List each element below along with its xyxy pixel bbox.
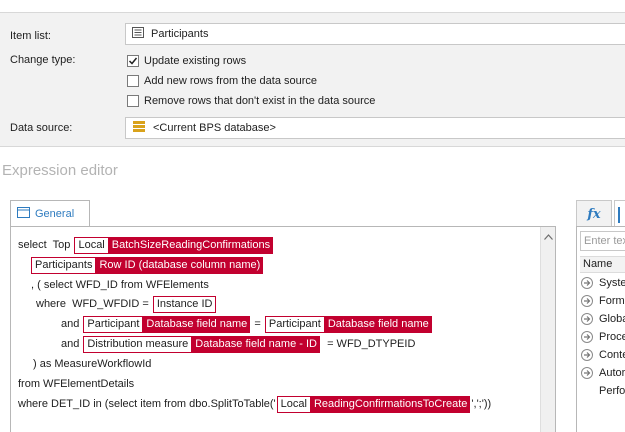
code-area[interactable]: select Top Local BatchSizeReadingConfirma… [18,234,538,432]
option-label: Remove rows that don't exist in the data… [144,95,376,107]
tab-secondary-icon [618,207,620,223]
token-name: Row ID (database column name) [96,256,264,274]
expand-arrow-icon[interactable] [581,367,593,379]
code-line: Participants Row ID (database column name… [30,256,264,274]
code-text: where DET_ID in (select item from dbo.Sp… [18,398,276,410]
expand-arrow-icon[interactable] [581,313,593,325]
function-search-input[interactable]: Enter tex [580,231,625,251]
list-item-label: Globa [599,313,625,325]
field-token[interactable]: Participant Database field name [264,315,432,333]
expand-arrow-icon[interactable] [581,277,593,289]
list-item[interactable]: Syste [581,274,625,292]
token-name: Database field name [324,315,432,333]
vertical-scrollbar[interactable] [540,227,555,432]
settings-panel: Item list: Participants Change type: Upd… [0,12,625,147]
tab-functions[interactable]: fx [576,200,612,227]
window-icon [17,207,30,221]
option-add-new[interactable]: Add new rows from the data source [127,75,317,87]
token-source: Participant [264,315,325,333]
list-item-label: Autor [599,367,625,379]
code-line: and Distribution measure Database field n… [61,335,415,353]
option-label: Add new rows from the data source [144,75,318,87]
variable-token[interactable]: Local ReadingConfirmationsToCreate [276,395,471,413]
variable-token[interactable]: Local BatchSizeReadingConfirmations [74,236,274,254]
column-token[interactable]: Participants Row ID (database column name… [31,256,264,274]
token-source: Local [74,236,109,254]
name-column-header[interactable]: Name [580,256,625,273]
field-token[interactable]: Distribution measure Database field name … [83,335,320,353]
field-token[interactable]: Participant Database field name [83,315,251,333]
functions-panel: fx Enter tex Name Syste Form Globa Proce… [574,200,625,432]
code-line: where WFD_WFDID = Instance ID [36,295,217,313]
option-update-existing[interactable]: Update existing rows [127,55,246,67]
code-text: where WFD_WFDID = [36,298,152,310]
code-text: and [61,318,83,330]
token-source: Participants [31,256,97,274]
data-source-label: Data source: [10,122,73,134]
option-label: Update existing rows [144,55,247,67]
item-list-label: Item list: [10,30,51,42]
token-source: Distribution measure [83,335,193,353]
code-text: select Top [18,239,74,251]
tab-general[interactable]: General [10,200,90,227]
list-item-label: Form [599,295,625,307]
list-item-label: Syste [599,277,625,289]
token-name: Database field name [143,315,251,333]
list-icon [132,27,144,41]
code-text: = [251,318,264,330]
checkbox-update-existing[interactable] [127,55,139,67]
list-item[interactable]: Perfo [581,382,625,400]
code-editor[interactable]: select Top Local BatchSizeReadingConfirma… [10,226,556,432]
checkbox-remove-rows[interactable] [127,95,139,107]
function-icon: fx [587,206,601,222]
list-item-label: Proce [599,331,625,343]
instance-id-token[interactable]: Instance ID [152,295,217,313]
list-item[interactable]: Globa [581,310,625,328]
expand-arrow-icon[interactable] [581,295,593,307]
database-icon [132,120,146,136]
tab-secondary[interactable] [614,200,625,227]
token-source: Participant [83,315,144,333]
item-list-field[interactable]: Participants [125,23,625,45]
code-text: , ( select WFD_ID from WFElements [31,279,209,291]
expand-arrow-icon[interactable] [581,349,593,361]
code-line: from WFElementDetails [18,375,134,393]
option-remove-rows[interactable]: Remove rows that don't exist in the data… [127,95,375,107]
code-line: select Top Local BatchSizeReadingConfirma… [18,236,274,254]
code-line: ) as MeasureWorkflowId [33,355,151,373]
code-line: and Participant Database field name = Par… [61,315,433,333]
expression-editor-title: Expression editor [2,162,118,179]
list-item[interactable]: Proce [581,328,625,346]
data-source-value: <Current BPS database> [153,122,276,134]
code-line: , ( select WFD_ID from WFElements [31,276,209,294]
list-item[interactable]: Conte [581,346,625,364]
token-name: BatchSizeReadingConfirmations [108,236,274,254]
token-source: Local [276,395,311,413]
data-source-field[interactable]: <Current BPS database> [125,117,625,139]
code-text: ',';')) [471,398,492,410]
change-type-label: Change type: [10,54,76,66]
expand-arrow-icon[interactable] [581,331,593,343]
token-name: ReadingConfirmationsToCreate [310,395,471,413]
list-item-label: Conte [599,349,625,361]
token-name: Database field name - ID [192,335,320,353]
functions-list-panel: Enter tex Name Syste Form Globa Proce Co… [576,226,625,432]
list-item[interactable]: Form [581,292,625,310]
code-line: where DET_ID in (select item from dbo.Sp… [18,395,491,413]
checkbox-add-new[interactable] [127,75,139,87]
list-item[interactable]: Autor [581,364,625,382]
code-text: = WFD_DTYPEID [320,338,416,350]
code-text: ) as MeasureWorkflowId [33,358,152,370]
list-item-label: Perfo [599,385,625,397]
chevron-up-icon[interactable] [544,231,553,240]
code-text: and [61,338,83,350]
tab-general-label: General [35,208,75,220]
code-text: from WFElementDetails [18,378,135,390]
item-list-value: Participants [151,28,209,40]
